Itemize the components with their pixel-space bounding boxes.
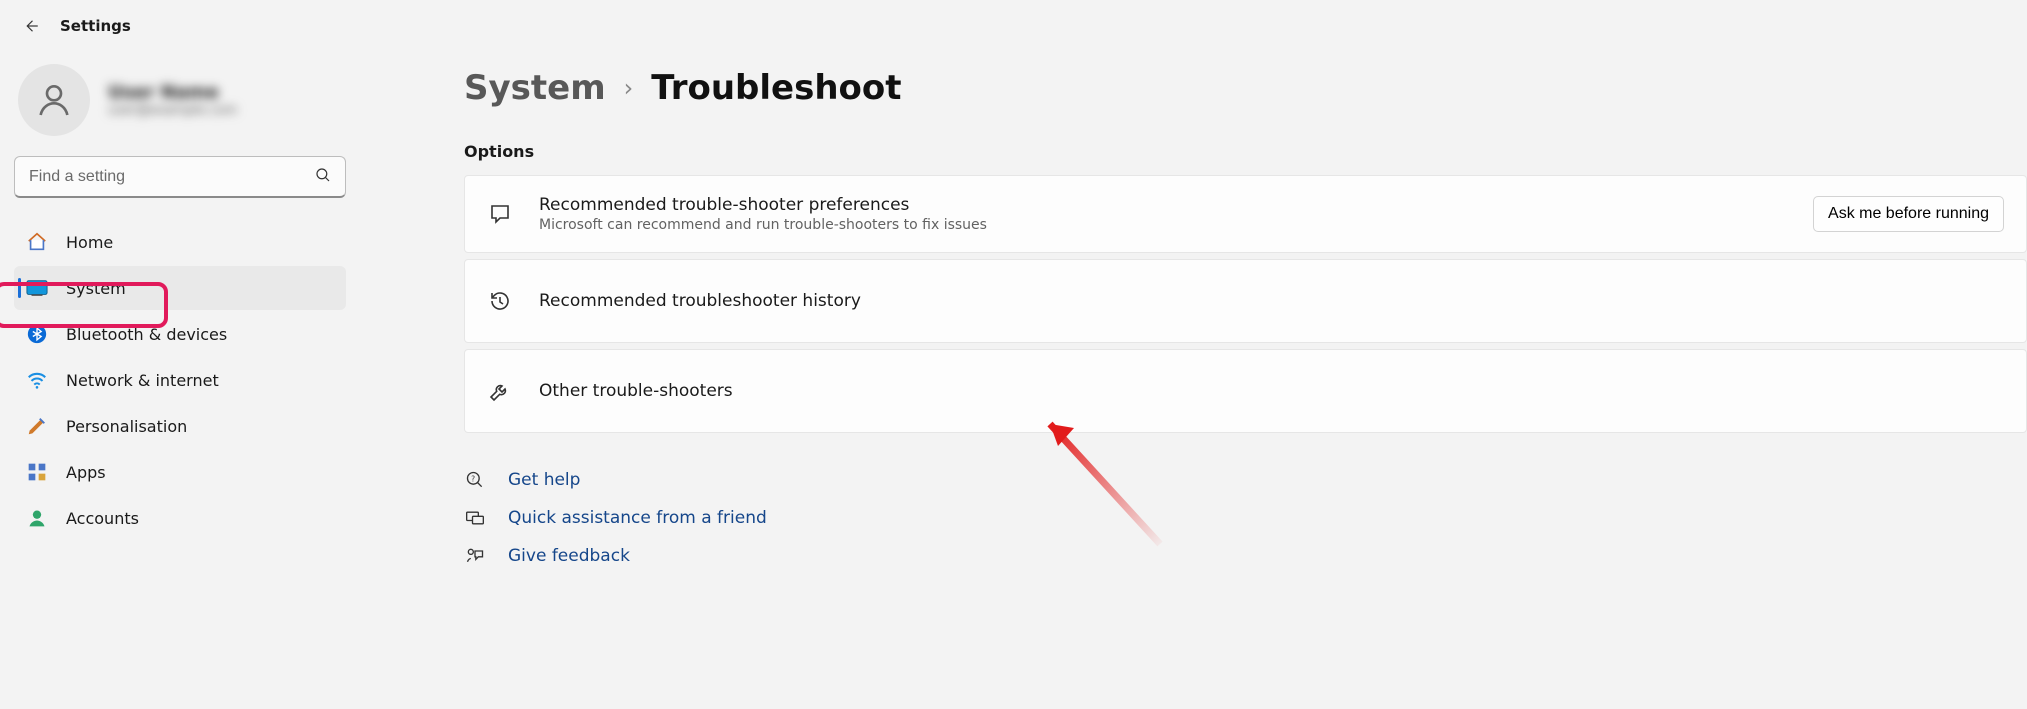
card-title: Recommended troubleshooter history (539, 291, 2004, 311)
sidebar-item-label: Home (66, 233, 113, 252)
card-other-troubleshooters[interactable]: Other trouble-shooters (464, 349, 2027, 433)
back-button[interactable] (20, 15, 42, 37)
profile-email: user@example.com (108, 103, 237, 118)
system-icon (26, 277, 48, 299)
sidebar-item-label: Bluetooth & devices (66, 325, 227, 344)
recommended-prefs-dropdown[interactable]: Ask me before running (1813, 196, 2004, 232)
help-link-label: Get help (508, 470, 580, 490)
breadcrumb-current: Troubleshoot (651, 68, 901, 108)
search-icon[interactable] (314, 166, 332, 188)
card-title: Recommended trouble-shooter preferences (539, 195, 1787, 215)
chevron-right-icon: › (624, 74, 634, 102)
profile-block[interactable]: User Name user@example.com (14, 58, 346, 154)
card-title: Other trouble-shooters (539, 381, 2004, 401)
speech-bubble-icon (487, 201, 513, 227)
window-title: Settings (60, 17, 131, 35)
breadcrumb-parent[interactable]: System (464, 68, 606, 108)
link-get-help[interactable]: ? Get help (464, 469, 2027, 491)
profile-name: User Name (108, 82, 237, 103)
sidebar-item-label: Accounts (66, 509, 139, 528)
nav: Home System Bluetooth (14, 220, 346, 540)
profile-text: User Name user@example.com (108, 82, 237, 118)
accounts-icon (26, 507, 48, 529)
sidebar: User Name user@example.com Home (0, 40, 360, 709)
sidebar-item-network[interactable]: Network & internet (14, 358, 346, 402)
sidebar-item-label: Personalisation (66, 417, 187, 436)
history-icon (487, 288, 513, 314)
card-troubleshooter-history[interactable]: Recommended troubleshooter history (464, 259, 2027, 343)
help-link-label: Quick assistance from a friend (508, 508, 767, 528)
sidebar-item-accounts[interactable]: Accounts (14, 496, 346, 540)
sidebar-item-label: System (66, 279, 126, 298)
section-heading-options: Options (464, 142, 2027, 161)
sidebar-item-label: Network & internet (66, 371, 219, 390)
sidebar-item-personalisation[interactable]: Personalisation (14, 404, 346, 448)
wifi-icon (26, 369, 48, 391)
breadcrumb: System › Troubleshoot (464, 68, 2027, 108)
wrench-icon (487, 378, 513, 404)
feedback-icon (464, 545, 486, 567)
paintbrush-icon (26, 415, 48, 437)
search-input[interactable] (14, 156, 346, 198)
card-recommended-prefs[interactable]: Recommended trouble-shooter preferences … (464, 175, 2027, 253)
sidebar-item-label: Apps (66, 463, 106, 482)
home-icon (26, 231, 48, 253)
svg-text:?: ? (471, 474, 475, 483)
main-content: System › Troubleshoot Options Recommende… (360, 40, 2027, 709)
link-give-feedback[interactable]: Give feedback (464, 545, 2027, 567)
apps-icon (26, 461, 48, 483)
avatar (18, 64, 90, 136)
bluetooth-icon (26, 323, 48, 345)
help-icon: ? (464, 469, 486, 491)
sidebar-item-apps[interactable]: Apps (14, 450, 346, 494)
screens-icon (464, 507, 486, 529)
person-icon (34, 80, 74, 120)
sidebar-item-bluetooth[interactable]: Bluetooth & devices (14, 312, 346, 356)
help-link-label: Give feedback (508, 546, 630, 566)
link-quick-assist[interactable]: Quick assistance from a friend (464, 507, 2027, 529)
sidebar-item-system[interactable]: System (14, 266, 346, 310)
sidebar-item-home[interactable]: Home (14, 220, 346, 264)
arrow-left-icon (22, 17, 40, 35)
card-subtitle: Microsoft can recommend and run trouble-… (539, 217, 1787, 233)
